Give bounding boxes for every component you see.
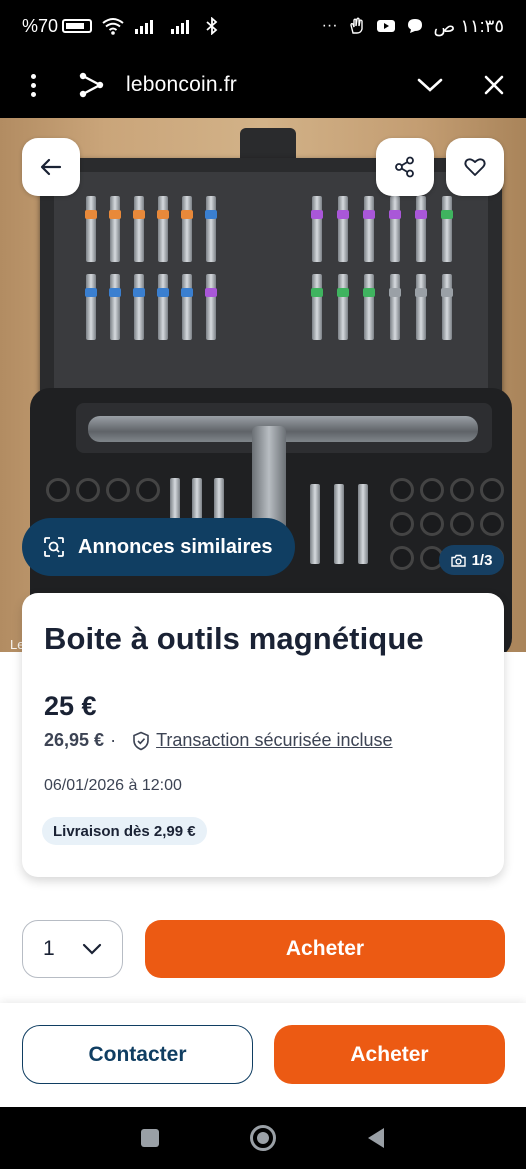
hand-notification-icon — [349, 17, 363, 34]
back-button[interactable] — [22, 138, 80, 196]
price-separator: · — [110, 730, 117, 750]
price-details: 26,95 € · Transaction sécurisée incluse — [44, 730, 393, 751]
share-button[interactable] — [376, 138, 434, 196]
more-notifications-icon: ··· — [321, 17, 338, 34]
buy-button[interactable]: Acheter — [145, 920, 505, 978]
arrow-left-icon — [40, 158, 62, 176]
battery-level: %70 — [22, 15, 59, 36]
system-nav-bar — [0, 1107, 526, 1169]
chat-icon — [407, 19, 422, 33]
battery-icon — [62, 19, 93, 33]
status-bar: %70 ··· ١١:٣٥ ص — [0, 0, 526, 52]
buy-button-sticky[interactable]: Acheter — [274, 1025, 505, 1084]
share-node-icon — [79, 72, 104, 98]
wifi-icon — [102, 18, 124, 35]
battery-indicator: %70 — [22, 15, 93, 37]
similar-listings-button[interactable]: Annonces similaires — [22, 518, 295, 576]
share-icon — [395, 156, 414, 178]
youtube-icon — [376, 20, 395, 32]
back-nav-button[interactable] — [346, 1107, 406, 1169]
connection-icon-button[interactable] — [66, 52, 116, 118]
listing-title: Boite à outils magnétique — [44, 621, 424, 656]
listing-date: 06/01/2026 à 12:00 — [44, 777, 182, 794]
close-icon — [484, 75, 504, 95]
bluetooth-icon — [206, 17, 218, 35]
menu-dots-button[interactable] — [0, 52, 66, 118]
sticky-action-bar: Contacter Acheter — [0, 1003, 526, 1107]
url-text[interactable]: leboncoin.fr — [126, 73, 398, 97]
quantity-select[interactable]: 1 — [22, 920, 123, 978]
screen: %70 ··· ١١:٣٥ ص leboncoin.fr Annonces si… — [0, 0, 526, 1169]
chevron-down-icon — [417, 78, 443, 92]
favorite-button[interactable] — [446, 138, 504, 196]
collapse-button[interactable] — [398, 52, 462, 118]
photo-counter-text: 1/3 — [471, 551, 493, 569]
shield-check-icon — [133, 731, 149, 750]
quantity-value: 1 — [43, 937, 55, 960]
triangle-back-icon — [368, 1128, 384, 1148]
chevron-down-icon — [82, 943, 102, 955]
secure-transaction-link[interactable]: Transaction sécurisée incluse — [156, 730, 392, 751]
image-search-icon — [44, 537, 64, 557]
circle-icon — [250, 1125, 276, 1151]
listing-price: 25 € — [44, 691, 97, 721]
status-left: %70 — [22, 16, 218, 37]
signal-icon — [135, 20, 154, 34]
menu-dots-icon — [30, 72, 36, 99]
total-price: 26,95 € — [44, 730, 105, 750]
camera-icon — [450, 554, 466, 567]
home-button[interactable] — [233, 1107, 293, 1169]
recents-button[interactable] — [120, 1107, 180, 1169]
product-photo[interactable]: Annonces similaires 1/3 Le — [0, 118, 526, 652]
square-icon — [141, 1129, 159, 1147]
delivery-badge: Livraison dès 2,99 € — [42, 817, 207, 845]
close-button[interactable] — [462, 52, 526, 118]
contact-button[interactable]: Contacter — [22, 1025, 253, 1084]
photo-counter: 1/3 — [439, 545, 504, 575]
heart-icon — [464, 158, 486, 176]
signal-icon-2 — [171, 20, 190, 34]
listing-info-card: Boite à outils magnétique 25 € 26,95 € ·… — [22, 593, 504, 877]
status-right: ··· ١١:٣٥ ص — [322, 16, 504, 37]
similar-listings-label: Annonces similaires — [78, 535, 273, 558]
browser-bar: leboncoin.fr — [0, 52, 526, 118]
status-time: ١١:٣٥ ص — [433, 15, 504, 36]
